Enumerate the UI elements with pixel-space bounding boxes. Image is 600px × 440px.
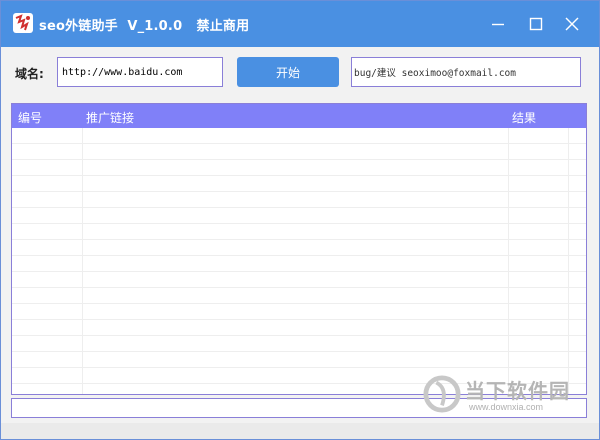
table-row[interactable] bbox=[12, 240, 586, 256]
column-divider bbox=[82, 128, 83, 394]
minimize-button[interactable] bbox=[483, 9, 513, 39]
table-row[interactable] bbox=[12, 304, 586, 320]
table-row[interactable] bbox=[12, 144, 586, 160]
table-row[interactable] bbox=[12, 272, 586, 288]
table-row[interactable] bbox=[12, 128, 586, 144]
table-row[interactable] bbox=[12, 160, 586, 176]
table-row[interactable] bbox=[12, 256, 586, 272]
table-row[interactable] bbox=[12, 320, 586, 336]
window-bottom-strip bbox=[1, 423, 599, 439]
table-row[interactable] bbox=[12, 192, 586, 208]
domain-label: 域名: bbox=[15, 67, 44, 81]
column-header-result[interactable]: 结果 bbox=[512, 109, 536, 126]
results-table[interactable]: 编号 推广链接 结果 bbox=[11, 103, 587, 395]
table-row[interactable] bbox=[12, 368, 586, 384]
window-title: seo外链助手 V_1.0.0 禁止商用 bbox=[39, 19, 250, 34]
maximize-icon bbox=[529, 17, 543, 31]
column-header-link[interactable]: 推广链接 bbox=[86, 109, 134, 126]
close-icon bbox=[565, 17, 579, 31]
app-window: seo外链助手 V_1.0.0 禁止商用 域名: 开始 编号 推广链接 结果 bbox=[0, 0, 600, 440]
table-rows bbox=[12, 128, 586, 394]
app-logo-icon bbox=[13, 13, 33, 33]
table-row[interactable] bbox=[12, 288, 586, 304]
feedback-field[interactable] bbox=[351, 57, 581, 87]
table-row[interactable] bbox=[12, 352, 586, 368]
column-divider bbox=[508, 128, 509, 394]
column-header-id[interactable]: 编号 bbox=[18, 109, 42, 126]
maximize-button[interactable] bbox=[521, 9, 551, 39]
table-row[interactable] bbox=[12, 224, 586, 240]
column-divider bbox=[568, 128, 569, 394]
table-header: 编号 推广链接 结果 bbox=[12, 104, 586, 128]
table-row[interactable] bbox=[12, 384, 586, 394]
table-row[interactable] bbox=[12, 208, 586, 224]
close-button[interactable] bbox=[557, 9, 587, 39]
table-row[interactable] bbox=[12, 336, 586, 352]
start-button[interactable]: 开始 bbox=[237, 57, 339, 87]
domain-input[interactable] bbox=[57, 57, 223, 87]
table-row[interactable] bbox=[12, 176, 586, 192]
minimize-icon bbox=[492, 23, 504, 26]
title-bar[interactable]: seo外链助手 V_1.0.0 禁止商用 bbox=[1, 1, 599, 47]
status-bar bbox=[11, 398, 587, 418]
